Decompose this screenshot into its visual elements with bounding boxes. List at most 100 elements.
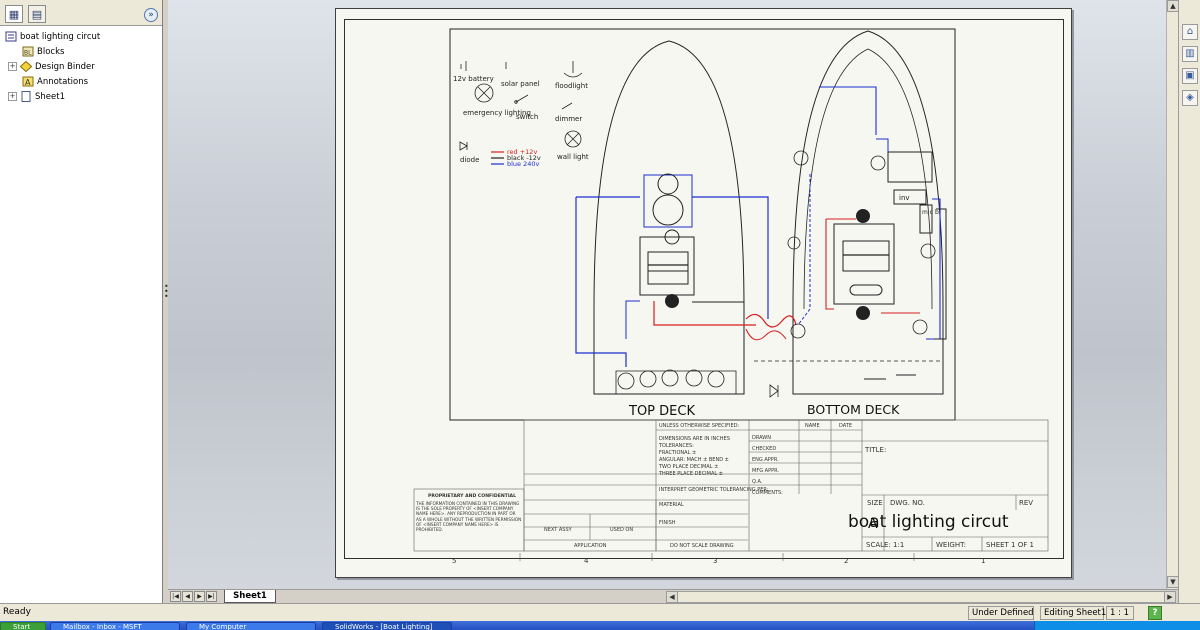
drawing-sheet[interactable]: 12v battery solar panel floodlight emerg… bbox=[335, 8, 1072, 578]
drawing-canvas: 12v battery solar panel floodlight emerg… bbox=[413, 28, 1049, 565]
file-explorer-icon[interactable]: ▣ bbox=[1182, 68, 1198, 84]
resources-icon[interactable]: ⌂ bbox=[1182, 24, 1198, 40]
scroll-right-button[interactable]: ▶ bbox=[1164, 591, 1176, 603]
scroll-left-button[interactable]: ◀ bbox=[666, 591, 678, 603]
bottom-wall-light-1[interactable] bbox=[856, 209, 870, 223]
tb-weight: WEIGHT: bbox=[936, 541, 966, 549]
tb-name-label: NAME bbox=[805, 423, 820, 429]
tb-dims: DIMENSIONS ARE IN INCHES bbox=[659, 436, 730, 442]
design-library-icon[interactable]: ▥ bbox=[1182, 46, 1198, 62]
legend-blue-label: blue 240v bbox=[507, 160, 540, 168]
zone-number: 5 bbox=[452, 557, 456, 565]
tb-qa: Q.A. bbox=[752, 479, 763, 485]
tree-root[interactable]: boat lighting circut bbox=[0, 29, 162, 44]
vertical-scrollbar[interactable]: ▲ ▼ bbox=[1166, 0, 1179, 589]
dimmer-symbol bbox=[561, 102, 573, 110]
tree-item-label: Design Binder bbox=[35, 61, 95, 72]
last-sheet-button[interactable]: ▶| bbox=[206, 591, 217, 602]
tb-interpret: INTERPRET GEOMETRIC TOLERANCING PER: bbox=[659, 487, 769, 493]
tb-mfg-appr: MFG APPR. bbox=[752, 468, 779, 474]
diode-symbol bbox=[459, 141, 468, 151]
status-editing: Editing Sheet1 bbox=[1040, 606, 1106, 620]
top-deck-panel bbox=[643, 174, 693, 228]
diode-symbol-bottom bbox=[769, 384, 779, 398]
windows-taskbar: Start Mailbox - Inbox - MSFT My Computer… bbox=[0, 621, 1200, 630]
taskbar-item-active[interactable]: SolidWorks - [Boat Lighting] bbox=[322, 622, 452, 630]
first-sheet-button[interactable]: |◀ bbox=[170, 591, 181, 602]
next-sheet-button[interactable]: ▶ bbox=[194, 591, 205, 602]
tb-three-place: THREE PLACE DECIMAL ± bbox=[658, 471, 723, 477]
tb-dwg-no-label: DWG. NO. bbox=[890, 499, 925, 507]
design-binder-icon bbox=[19, 61, 32, 73]
blocks-icon: BL bbox=[21, 46, 34, 58]
tb-next-assy: NEXT ASSY bbox=[544, 527, 573, 533]
top-deck-hull[interactable] bbox=[593, 40, 745, 395]
zone-number: 3 bbox=[713, 557, 717, 565]
tb-rev-label: REV bbox=[1019, 499, 1033, 507]
tree-item-blocks[interactable]: BL Blocks bbox=[0, 44, 162, 59]
expand-plus-icon[interactable]: + bbox=[8, 62, 17, 71]
tb-application: APPLICATION bbox=[574, 543, 607, 549]
zone-number: 4 bbox=[584, 557, 589, 565]
help-icon[interactable]: ? bbox=[1148, 606, 1162, 620]
horizontal-scrollbar[interactable]: ◀ ▶ bbox=[666, 591, 1176, 603]
wire-red-bottom bbox=[825, 219, 834, 310]
splitter-grip-icon: • • • bbox=[164, 282, 169, 301]
svg-text:BL: BL bbox=[24, 50, 32, 57]
view-palette-icon[interactable]: ◈ bbox=[1182, 90, 1198, 106]
taskbar-item[interactable]: My Computer bbox=[186, 622, 316, 630]
tb-material: MATERIAL bbox=[659, 502, 684, 508]
system-tray bbox=[1034, 621, 1200, 630]
tree-item-label: Sheet1 bbox=[35, 91, 65, 102]
tb-unless-label: UNLESS OTHERWISE SPECIFIED: bbox=[659, 423, 739, 429]
bottom-wall-light-2[interactable] bbox=[856, 306, 870, 320]
top-floodlight[interactable] bbox=[657, 173, 679, 195]
expand-pane-button[interactable]: » bbox=[144, 8, 158, 22]
tb-sheet: SHEET 1 OF 1 bbox=[986, 541, 1034, 549]
legend-diode-label: diode bbox=[460, 156, 479, 164]
sheet-tab-bar: |◀ ◀ ▶ ▶| Sheet1 ◀ ▶ bbox=[168, 589, 1178, 603]
annotations-icon: A bbox=[21, 76, 34, 88]
tb-proprietary-text: THE INFORMATION CONTAINED IN THIS DRAWIN… bbox=[416, 501, 522, 533]
tb-two-place: TWO PLACE DECIMAL ± bbox=[658, 464, 718, 470]
stern-lights bbox=[617, 369, 725, 390]
tree-root-label: boat lighting circut bbox=[20, 31, 101, 42]
tree-item-design-binder[interactable]: + Design Binder bbox=[0, 59, 162, 74]
tb-title-label: TITLE: bbox=[864, 446, 886, 454]
start-button[interactable]: Start bbox=[0, 622, 46, 630]
zone-number: 2 bbox=[844, 557, 848, 565]
tb-scale: SCALE: 1:1 bbox=[866, 541, 904, 549]
tb-checked: CHECKED bbox=[752, 446, 776, 452]
feature-tree-icon: ▦ bbox=[8, 7, 20, 21]
prev-sheet-button[interactable]: ◀ bbox=[182, 591, 193, 602]
status-bar: Ready Under Defined Editing Sheet1 1 : 1… bbox=[0, 603, 1200, 621]
taskbar-item[interactable]: Mailbox - Inbox - MSFT bbox=[50, 622, 180, 630]
legend-battery-label: 12v battery bbox=[453, 75, 494, 83]
status-under-defined: Under Defined bbox=[968, 606, 1034, 620]
sheet-tab-sheet1[interactable]: Sheet1 bbox=[224, 590, 276, 603]
tree-item-sheet1[interactable]: + Sheet1 bbox=[0, 89, 162, 104]
feature-tree-tab[interactable]: ▦ bbox=[5, 5, 23, 23]
property-manager-tab[interactable]: ▤ bbox=[28, 5, 46, 23]
wire-blue-bottom bbox=[819, 86, 877, 135]
bottom-inverter-box bbox=[887, 151, 933, 183]
feature-manager-pane: ▦ ▤ » boat lighting circut BL Blocks + D… bbox=[0, 0, 163, 603]
top-round-fixture bbox=[652, 194, 684, 226]
legend-switch-label: switch bbox=[516, 113, 538, 121]
inverter-label: inv bbox=[899, 194, 910, 202]
zone-number: 1 bbox=[981, 557, 985, 565]
wire-blue-top bbox=[575, 197, 627, 367]
status-scale[interactable]: 1 : 1 bbox=[1106, 606, 1134, 620]
tree-item-annotations[interactable]: A Annotations bbox=[0, 74, 162, 89]
tb-tolerances: TOLERANCES: bbox=[658, 443, 694, 449]
tb-drawn: DRAWN bbox=[752, 435, 771, 441]
tb-used-on: USED ON bbox=[610, 527, 633, 533]
status-ready-text: Ready bbox=[3, 607, 31, 617]
graphics-area[interactable]: 12v battery solar panel floodlight emerg… bbox=[168, 0, 1166, 589]
tb-size-label: SIZE bbox=[867, 499, 883, 507]
solidworks-window: ▦ ▤ » boat lighting circut BL Blocks + D… bbox=[0, 0, 1200, 630]
expand-plus-icon[interactable]: + bbox=[8, 92, 17, 101]
tree-item-label: Blocks bbox=[37, 46, 65, 57]
top-wall-light[interactable] bbox=[665, 294, 679, 308]
tb-angular: ANGULAR: MACH ± BEND ± bbox=[659, 457, 729, 463]
